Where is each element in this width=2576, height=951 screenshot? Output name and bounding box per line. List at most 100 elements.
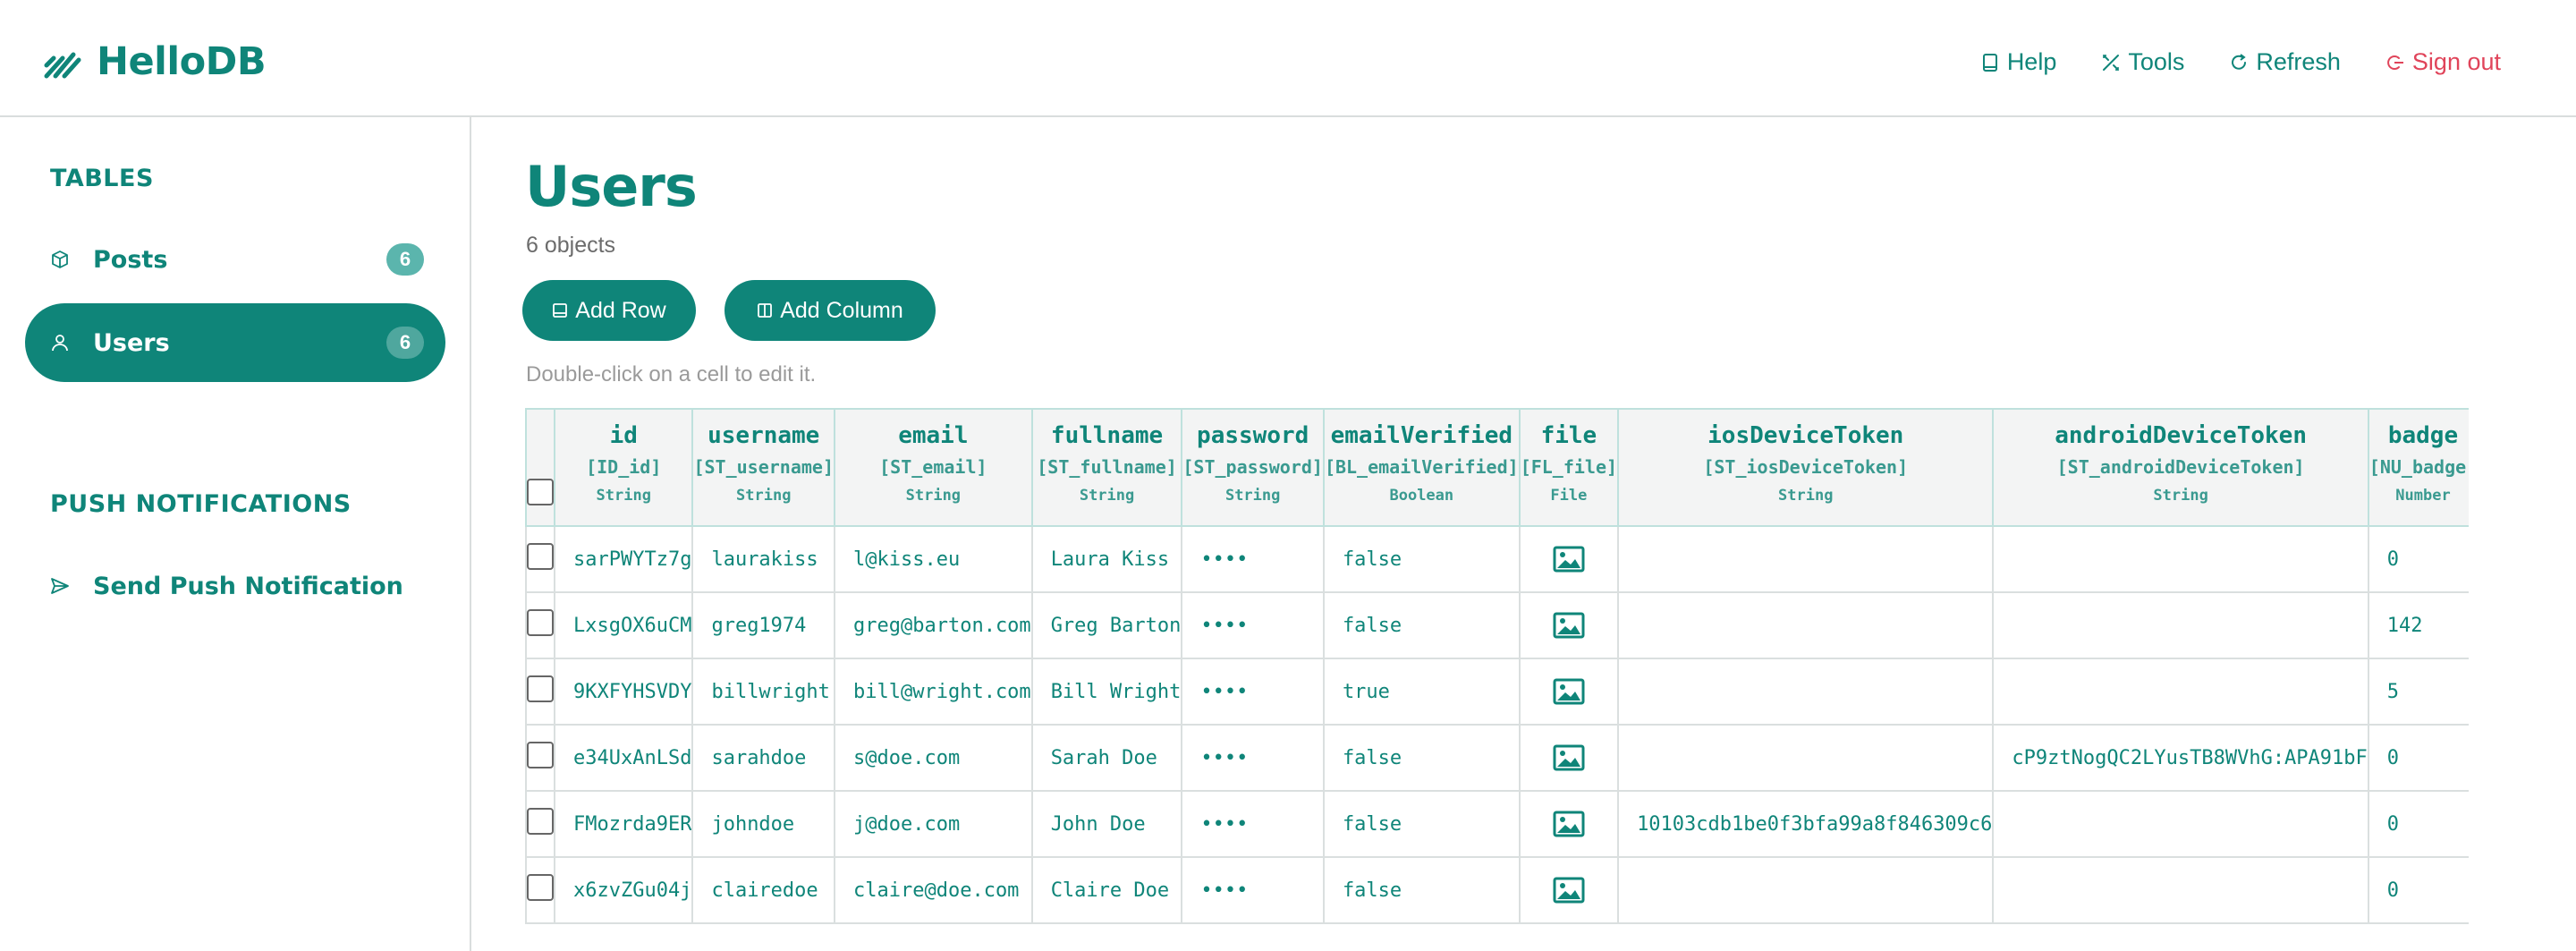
table-row: FMozrda9ER johndoe j@doe.com John Doe •••• fa… [525, 790, 2469, 858]
cell-id[interactable]: LxsgOX6uCM [553, 591, 694, 659]
column-header-email[interactable]: email [ST_email] String [834, 408, 1033, 527]
cell-iosdevicetoken[interactable] [1617, 856, 1995, 924]
column-header-id[interactable]: id [ID_id] String [553, 408, 694, 527]
cell-badge[interactable]: 0 [2367, 856, 2469, 924]
cell-androiddevicetoken[interactable] [1992, 856, 2369, 924]
cell-fullname[interactable]: Claire Doe [1030, 856, 1183, 924]
refresh-button[interactable]: Refresh [2229, 48, 2341, 76]
cell-badge[interactable]: 5 [2367, 658, 2469, 726]
cell-androiddevicetoken[interactable] [1992, 591, 2369, 659]
cell-iosdevicetoken[interactable] [1617, 658, 1995, 726]
row-checkbox[interactable] [528, 675, 553, 702]
row-checkbox[interactable] [528, 808, 553, 835]
cell-emailverified[interactable]: false [1322, 525, 1521, 593]
cell-iosdevicetoken[interactable] [1617, 724, 1995, 792]
column-type: String [905, 487, 962, 505]
cell-fullname[interactable]: Greg Barton [1030, 591, 1183, 659]
cell-password[interactable]: •••• [1181, 724, 1325, 792]
cell-emailverified[interactable]: false [1322, 724, 1521, 792]
cell-id[interactable]: sarPWYTz7g [553, 525, 694, 593]
column-header-badge[interactable]: badge [NU_badge] Number [2367, 408, 2469, 527]
cell-iosdevicetoken[interactable]: 10103cdb1be0f3bfa99a8f846309c6 [1617, 790, 1995, 858]
cell-password[interactable]: •••• [1181, 658, 1325, 726]
cell-password[interactable]: •••• [1181, 790, 1325, 858]
cell-email[interactable]: greg@barton.com [834, 591, 1033, 659]
app-header: HelloDB Help Tools Refresh Sign out [0, 0, 2576, 117]
sidebar-item-posts[interactable]: Posts 6 [25, 220, 445, 299]
cell-username[interactable]: johndoe [691, 790, 835, 858]
cell-id[interactable]: 9KXFYHSVDY [553, 658, 694, 726]
select-all-checkbox[interactable] [528, 478, 553, 505]
column-header-password[interactable]: password [ST_password] String [1181, 408, 1325, 527]
cell-id[interactable]: x6zvZGu04j [553, 856, 694, 924]
column-header-emailverified[interactable]: emailVerified [BL_emailVerified] Boolean [1322, 408, 1521, 527]
cell-username[interactable]: clairedoe [691, 856, 835, 924]
cell-emailverified[interactable]: false [1322, 591, 1521, 659]
app-logo[interactable]: HelloDB [43, 39, 267, 84]
column-type: String [2153, 487, 2208, 505]
sidebar-item-send-push[interactable]: Send Push Notification [25, 547, 445, 625]
cell-password[interactable]: •••• [1181, 591, 1325, 659]
cell-fullname[interactable]: Laura Kiss [1030, 525, 1183, 593]
cell-email[interactable]: j@doe.com [834, 790, 1033, 858]
column-type: String [736, 487, 792, 505]
tools-label: Tools [2128, 48, 2185, 75]
row-checkbox[interactable] [528, 874, 553, 901]
column-header-file[interactable]: file [FL_file] File [1518, 408, 1620, 527]
cell-file[interactable] [1518, 525, 1620, 593]
cell-fullname[interactable]: John Doe [1030, 790, 1183, 858]
cell-emailverified[interactable]: false [1322, 856, 1521, 924]
cell-email[interactable]: l@kiss.eu [834, 525, 1033, 593]
cell-emailverified[interactable]: false [1322, 790, 1521, 858]
cell-fullname[interactable]: Bill Wright [1030, 658, 1183, 726]
add-column-button[interactable]: Add Column [724, 280, 936, 341]
cell-badge[interactable]: 0 [2367, 525, 2469, 593]
signout-button[interactable]: Sign out [2385, 48, 2501, 76]
help-link[interactable]: Help [1980, 48, 2056, 76]
cell-androiddevicetoken[interactable] [1992, 525, 2369, 593]
row-select-cell [525, 790, 555, 858]
row-checkbox[interactable] [528, 609, 553, 636]
cell-fullname[interactable]: Sarah Doe [1030, 724, 1183, 792]
cell-badge[interactable]: 0 [2367, 790, 2469, 858]
cell-username[interactable]: laurakiss [691, 525, 835, 593]
add-column-label: Add Column [780, 297, 903, 323]
row-checkbox[interactable] [528, 543, 553, 570]
cell-androiddevicetoken[interactable] [1992, 658, 2369, 726]
cell-id[interactable]: FMozrda9ER [553, 790, 694, 858]
column-header-fullname[interactable]: fullname [ST_fullname] String [1030, 408, 1183, 527]
sidebar-item-users[interactable]: Users 6 [25, 303, 445, 382]
column-header-iosdevicetoken[interactable]: iosDeviceToken [ST_iosDeviceToken] String [1617, 408, 1995, 527]
column-header-username[interactable]: username [ST_username] String [691, 408, 835, 527]
data-table-container[interactable]: id [ID_id] String username [ST_username] Str… [525, 408, 2469, 924]
cell-file[interactable] [1518, 724, 1620, 792]
cell-emailverified[interactable]: true [1322, 658, 1521, 726]
cell-password[interactable]: •••• [1181, 525, 1325, 593]
cell-badge[interactable]: 142 [2367, 591, 2469, 659]
row-checkbox[interactable] [528, 742, 553, 768]
cell-email[interactable]: claire@doe.com [834, 856, 1033, 924]
cell-password[interactable]: •••• [1181, 856, 1325, 924]
cell-badge[interactable]: 0 [2367, 724, 2469, 792]
column-header-androiddevicetoken[interactable]: androidDeviceToken [ST_androidDeviceToken… [1992, 408, 2369, 527]
add-row-button[interactable]: Add Row [522, 280, 696, 341]
tools-link[interactable]: Tools [2101, 48, 2184, 76]
edit-hint: Double-click on a cell to edit it. [526, 362, 817, 386]
cell-username[interactable]: billwright [691, 658, 835, 726]
column-name: androidDeviceToken [2055, 422, 2307, 449]
cell-file[interactable] [1518, 591, 1620, 659]
cell-androiddevicetoken[interactable]: cP9ztNogQC2LYusTB8WVhG:APA91bF [1992, 724, 2369, 792]
cell-username[interactable]: sarahdoe [691, 724, 835, 792]
cell-iosdevicetoken[interactable] [1617, 591, 1995, 659]
cell-email[interactable]: bill@wright.com [834, 658, 1033, 726]
cell-file[interactable] [1518, 856, 1620, 924]
cell-username[interactable]: greg1974 [691, 591, 835, 659]
cell-email[interactable]: s@doe.com [834, 724, 1033, 792]
cell-file[interactable] [1518, 790, 1620, 858]
cell-file[interactable] [1518, 658, 1620, 726]
cell-id[interactable]: e34UxAnLSd [553, 724, 694, 792]
send-icon [51, 578, 69, 594]
cell-iosdevicetoken[interactable] [1617, 525, 1995, 593]
cell-androiddevicetoken[interactable] [1992, 790, 2369, 858]
column-code: [ID_id] [586, 456, 662, 478]
